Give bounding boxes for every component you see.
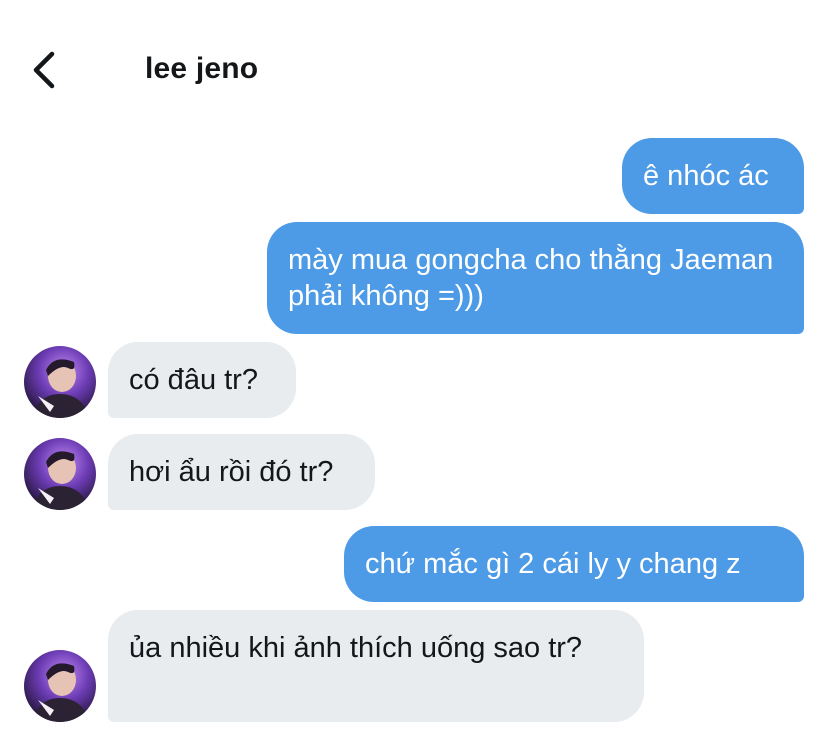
outgoing-message: chứ mắc gì 2 cái ly y chang z bbox=[344, 526, 804, 602]
contact-avatar bbox=[24, 346, 96, 418]
outgoing-message: mày mua gongcha cho thằng Jaeman phải kh… bbox=[267, 222, 804, 334]
contact-avatar bbox=[24, 650, 96, 722]
back-button[interactable] bbox=[22, 46, 70, 94]
incoming-message: ủa nhiều khi ảnh thích uống sao tr? bbox=[108, 610, 644, 722]
outgoing-message: ê nhóc ác bbox=[622, 138, 804, 214]
contact-avatar bbox=[24, 438, 96, 510]
chat-header: lee jeno bbox=[0, 0, 826, 120]
chevron-left-icon bbox=[33, 51, 55, 89]
contact-name: lee jeno bbox=[145, 52, 259, 85]
incoming-message: hơi ẩu rồi đó tr? bbox=[108, 434, 375, 510]
incoming-message: có đâu tr? bbox=[108, 342, 296, 418]
